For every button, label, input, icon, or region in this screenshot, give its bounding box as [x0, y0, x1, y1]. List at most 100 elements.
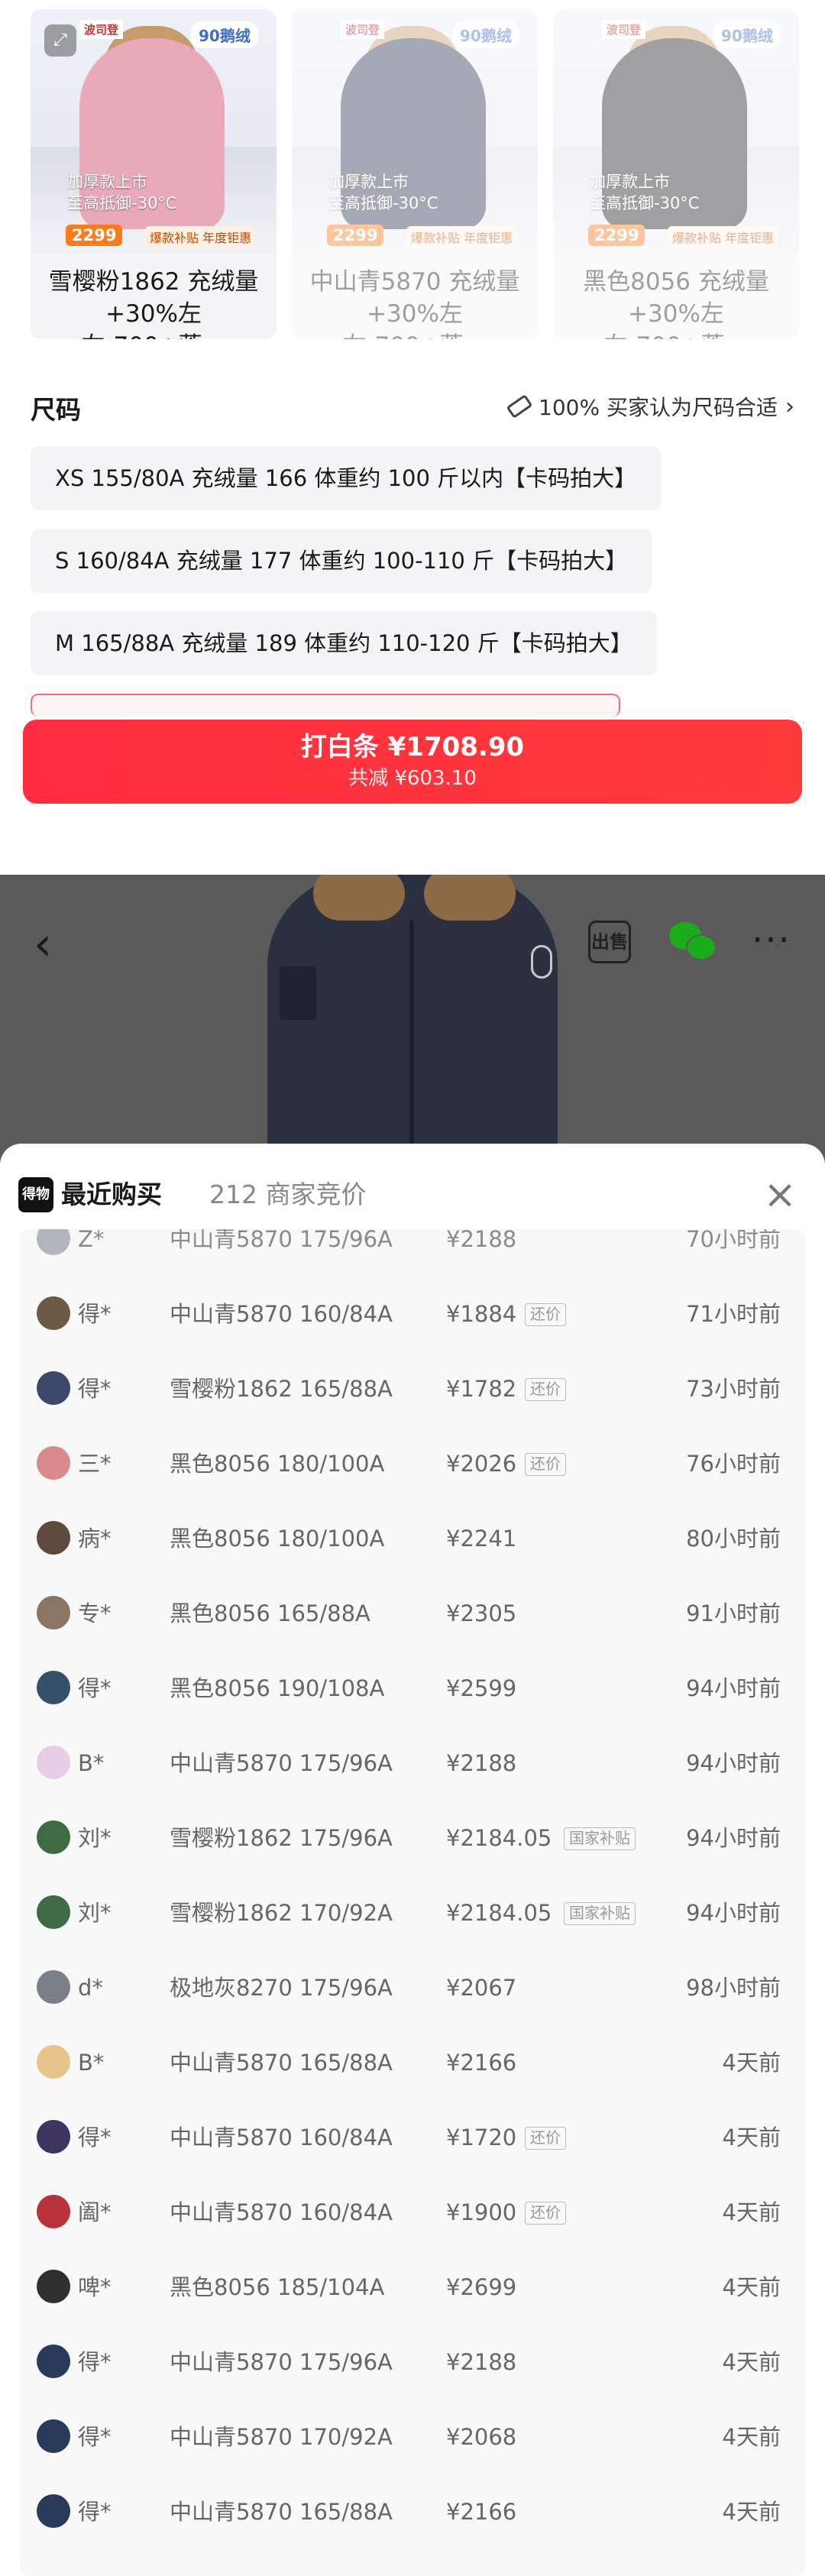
price-tag-label: 还价: [525, 2127, 566, 2150]
purchase-variant: 雪樱粉1862 175/96A: [170, 1825, 393, 1851]
sell-icon[interactable]: 出售: [588, 921, 631, 963]
purchase-variant: 黑色8056 180/100A: [170, 1451, 385, 1477]
purchase-time: 4天前: [722, 2499, 781, 2525]
tab-recent-purchases[interactable]: 最近购买: [61, 1177, 162, 1212]
back-icon[interactable]: ‹: [34, 917, 72, 971]
purchase-row: 三* 黑色8056 180/100A ¥2026 76小时前 还价: [20, 1426, 805, 1501]
ruler-icon: [506, 394, 533, 419]
wechat-share-icon[interactable]: [669, 922, 717, 962]
size-fit-hint[interactable]: 100% 买家认为尺码合适 ›: [506, 391, 794, 422]
purchase-variant: 黑色8056 180/100A: [170, 1526, 385, 1552]
purchase-price: ¥2068: [446, 2424, 517, 2450]
buyer-name: 专*: [78, 1600, 112, 1626]
brand-logo: 波司登: [602, 20, 646, 39]
buyer-name: 刘*: [78, 1825, 112, 1851]
purchase-variant: 中山青5870 170/92A: [170, 2424, 393, 2450]
purchase-row: d* 极地灰8270 175/96A ¥2067 98小时前: [20, 1950, 805, 2025]
purchase-price: ¥1900: [446, 2199, 517, 2225]
size-option-s[interactable]: S 160/84A 充绒量 177 体重约 100-110 斤【卡码拍大】: [31, 529, 652, 593]
purchase-row: B* 中山青5870 175/96A ¥2188 94小时前: [20, 1726, 805, 1801]
purchase-price: ¥2184.05: [446, 1900, 552, 1926]
brand-logo: 波司登: [341, 20, 385, 39]
purchase-row: 得* 中山青5870 175/96A ¥2188 4天前: [20, 2325, 805, 2400]
buyer-name: 得*: [78, 2499, 112, 2525]
close-icon[interactable]: ×: [761, 1175, 799, 1215]
purchase-row: 病* 黑色8056 180/100A ¥2241 80小时前: [20, 1501, 805, 1576]
purchase-price: ¥2188: [446, 1229, 517, 1252]
color-option-image: 波司登 90鹅绒 加厚款上市 至高抵御-30°C 2299 爆款补贴 年度钜惠: [553, 9, 799, 254]
color-option-name: 黑色8056 充绒量+30%左右-700+蓬…: [583, 268, 769, 339]
purchase-price: ¥1782: [446, 1376, 517, 1402]
purchase-variant: 黑色8056 165/88A: [170, 1600, 370, 1626]
buyer-name: 阖*: [78, 2199, 112, 2225]
purchase-time: 4天前: [722, 2125, 781, 2150]
buyer-name: 三*: [78, 1451, 112, 1477]
purchase-record-list[interactable]: Z* 中山青5870 175/96A ¥2188 70小时前 得* 中山青5870 160…: [20, 1229, 805, 2576]
avatar: [37, 1746, 70, 1779]
purchase-time: 94小时前: [686, 1825, 781, 1851]
buyer-name: 得*: [78, 1675, 112, 1701]
purchase-row: 刘* 雪樱粉1862 175/96A ¥2184.05 94小时前 国家补贴: [20, 1801, 805, 1875]
purchase-time: 4天前: [722, 2274, 781, 2300]
subsidy-tag: 爆款补贴 年度钜惠: [668, 226, 779, 248]
purchase-price: ¥2184.05: [446, 1825, 552, 1851]
purchase-price: ¥1884: [446, 1301, 517, 1327]
purchase-time: 80小时前: [686, 1526, 781, 1552]
purchase-variant: 中山青5870 175/96A: [170, 2349, 393, 2375]
avatar: [37, 1970, 70, 2004]
purchase-time: 71小时前: [686, 1301, 781, 1327]
product-hero-image: [0, 875, 825, 1157]
buyer-name: 啤*: [78, 2274, 112, 2300]
buyer-name: B*: [78, 2050, 105, 2076]
pocket: [280, 966, 316, 1020]
buyer-name: 得*: [78, 2349, 112, 2375]
avatar: [37, 1521, 70, 1555]
purchase-time: 76小时前: [686, 1451, 781, 1477]
subsidy-tag: 爆款补贴 年度钜惠: [406, 226, 518, 248]
buyer-name: B*: [78, 1750, 105, 1776]
purchase-row: 啤* 黑色8056 185/104A ¥2699 4天前: [20, 2250, 805, 2325]
size-option-xs[interactable]: XS 155/80A 充绒量 166 体重约 100 斤以内【卡码拍大】: [31, 446, 662, 510]
avatar: [37, 1371, 70, 1405]
purchase-price: ¥2699: [446, 2274, 517, 2300]
purchase-variant: 极地灰8270 175/96A: [170, 1975, 393, 2001]
buy-with-credit-button[interactable]: 打白条 ¥1708.90 共减 ¥603.10: [23, 720, 802, 804]
purchase-variant: 黑色8056 190/108A: [170, 1675, 385, 1701]
buyer-name: 刘*: [78, 1900, 112, 1926]
price-tag: 2299: [327, 225, 384, 246]
expand-icon[interactable]: ⤢: [44, 24, 76, 57]
color-option-name: 中山青5870 充绒量+30%左右-700+蓬…: [309, 268, 520, 339]
price-tag: 2299: [66, 225, 123, 246]
purchase-variant: 中山青5870 165/88A: [170, 2499, 393, 2525]
chevron-right-icon: ›: [785, 393, 794, 420]
purchase-time: 98小时前: [686, 1975, 781, 2001]
purchase-row: 得* 中山青5870 165/88A ¥2166 4天前: [20, 2474, 805, 2549]
avatar: [37, 2419, 70, 2453]
fur-trim: [424, 875, 516, 921]
down-badge: 90鹅绒: [191, 21, 258, 48]
avatar: [37, 2045, 70, 2079]
size-option-selected-partial[interactable]: [31, 694, 620, 717]
color-option-card[interactable]: 波司登 90鹅绒 加厚款上市 至高抵御-30°C 2299 爆款补贴 年度钜惠 黑…: [553, 9, 799, 339]
purchase-row: B* 中山青5870 165/88A ¥2166 4天前: [20, 2025, 805, 2100]
recent-purchases-sheet: 得物 最近购买 212 商家竞价 × Z* 中山青5870 175/96A ¥218…: [0, 1144, 825, 2576]
purchase-row: 阖* 中山青5870 160/84A ¥1900 4天前 还价: [20, 2175, 805, 2250]
avatar: [37, 2120, 70, 2154]
purchase-time: 94小时前: [686, 1900, 781, 1926]
color-option-card[interactable]: 波司登 90鹅绒 加厚款上市 至高抵御-30°C 2299 爆款补贴 年度钜惠 中…: [292, 9, 538, 339]
purchase-time: 91小时前: [686, 1600, 781, 1626]
product-options-panel: 波司登 90鹅绒 加厚款上市 至高抵御-30°C 2299 爆款补贴 年度钜惠 ⤢…: [0, 0, 825, 875]
buyer-name: Z*: [78, 1229, 105, 1252]
dewu-logo: 得物: [18, 1177, 53, 1212]
color-option-card[interactable]: 波司登 90鹅绒 加厚款上市 至高抵御-30°C 2299 爆款补贴 年度钜惠 ⤢…: [31, 9, 277, 339]
avatar: [37, 1820, 70, 1854]
more-icon[interactable]: ···: [752, 919, 791, 962]
price-tag-label: 还价: [525, 2202, 566, 2225]
purchase-time: 94小时前: [686, 1675, 781, 1701]
purchase-variant: 中山青5870 160/84A: [170, 2199, 393, 2225]
purchase-price: ¥2188: [446, 1750, 517, 1776]
price-tag-label: 国家补贴: [564, 1827, 636, 1850]
promo-text: 加厚款上市 至高抵御-30°C: [328, 173, 438, 212]
size-option-m[interactable]: M 165/88A 充绒量 189 体重约 110-120 斤【卡码拍大】: [31, 611, 657, 675]
tab-merchant-bids[interactable]: 212 商家竞价: [209, 1177, 366, 1212]
